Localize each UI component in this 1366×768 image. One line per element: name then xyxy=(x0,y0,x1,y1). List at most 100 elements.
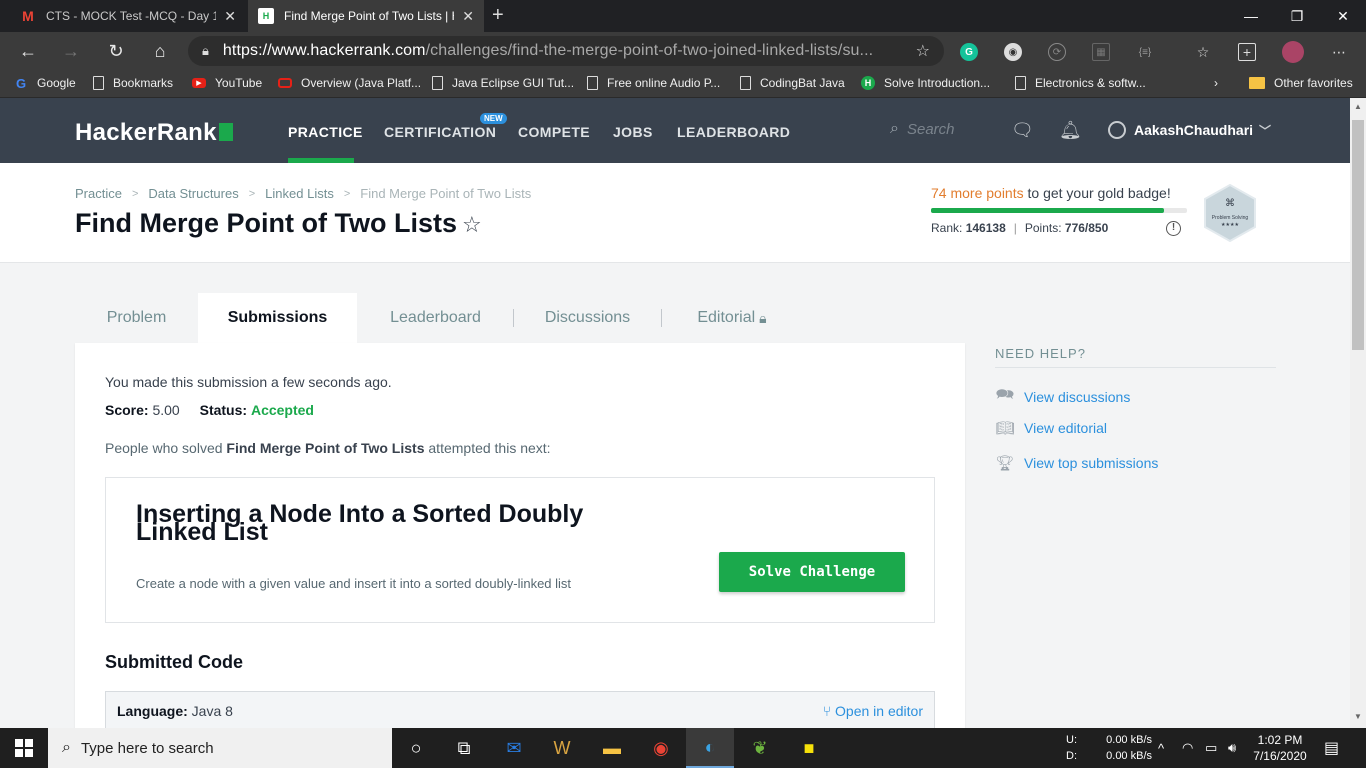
tray-overflow-chevron-icon[interactable]: ^ xyxy=(1158,728,1164,768)
view-discussions-link[interactable]: 🗪︎ View discussions xyxy=(995,384,1131,409)
chat-icon: 🗪︎ xyxy=(995,386,1015,403)
user-menu[interactable]: AakashChaudhari ﹀ xyxy=(1108,121,1271,139)
page-icon xyxy=(432,76,443,90)
forward-button[interactable]: → xyxy=(60,41,82,63)
tab-leaderboard[interactable]: Leaderboard xyxy=(357,293,514,343)
extension-icon[interactable]: {≡} xyxy=(1136,43,1154,61)
recommended-description: Create a node with a given value and ins… xyxy=(136,576,572,591)
page-scrollbar[interactable]: ▲ ▼ xyxy=(1350,98,1366,728)
bookmarks-overflow-chevron-icon[interactable]: › xyxy=(1214,76,1218,90)
messages-icon[interactable]: 🗨︎ xyxy=(1011,120,1034,141)
back-button[interactable]: ← xyxy=(17,41,39,63)
extension-icon[interactable]: ◉ xyxy=(1004,43,1022,61)
search-input[interactable]: Search xyxy=(907,121,955,138)
scroll-up-arrow-icon[interactable]: ▲ xyxy=(1350,102,1366,111)
nav-compete[interactable]: COMPETE xyxy=(518,124,590,140)
hackerrank-logo[interactable]: HackerRank xyxy=(75,119,233,147)
new-tab-button[interactable]: + xyxy=(492,4,504,27)
open-in-editor-link[interactable]: ⑂ Open in editor xyxy=(823,703,923,719)
bookmark-star-icon[interactable]: ☆ xyxy=(462,212,482,238)
tab-submissions[interactable]: Submissions xyxy=(198,293,357,343)
svg-text:Problem Solving: Problem Solving xyxy=(1212,215,1249,221)
spring-tool-app-icon[interactable]: ❦ xyxy=(736,728,784,768)
solve-challenge-button[interactable]: Solve Challenge xyxy=(719,552,905,592)
window-close-button[interactable]: ✕ xyxy=(1320,0,1366,32)
bookmark-folder[interactable]: Bookmarks xyxy=(93,76,173,90)
chevron-right-icon: > xyxy=(343,187,351,200)
bookmark-solve-intro[interactable]: H Solve Introduction... xyxy=(861,76,990,90)
bookmark-electronics[interactable]: Electronics & softw... xyxy=(1015,76,1146,90)
problem-solving-badge[interactable]: ⌘ Problem Solving ★★★★ xyxy=(1203,184,1257,242)
word-app-icon[interactable]: W xyxy=(538,728,586,768)
wifi-icon[interactable]: ◠ xyxy=(1182,728,1193,768)
breadcrumb-linked-lists[interactable]: Linked Lists xyxy=(265,186,334,201)
bookmark-codingbat[interactable]: CodingBat Java xyxy=(740,76,845,90)
address-bar[interactable]: 🔒︎ https://www.hackerrank.com/challenges… xyxy=(188,36,944,66)
info-icon[interactable]: ! xyxy=(1166,221,1181,236)
favorites-icon[interactable]: ☆ xyxy=(1194,43,1212,61)
net-speed-values: 0.00 kB/s 0.00 kB/s xyxy=(1106,734,1152,762)
bookmark-java-overview[interactable]: Overview (Java Platf... xyxy=(278,76,421,90)
bookmark-other-favorites[interactable]: Other favorites xyxy=(1249,76,1353,90)
grammarly-extension-icon[interactable]: G xyxy=(960,43,978,61)
sticky-notes-app-icon[interactable]: ■ xyxy=(785,728,833,768)
restore-button[interactable]: ❐ xyxy=(1274,0,1320,32)
bookmark-youtube[interactable]: ▶ YouTube xyxy=(192,76,262,90)
taskbar-search-input[interactable]: Type here to search xyxy=(81,740,214,757)
bookmark-audio[interactable]: Free online Audio P... xyxy=(587,76,720,90)
action-center-icon[interactable]: ▤ xyxy=(1324,728,1339,768)
edge-app-icon[interactable]: ◐ xyxy=(686,728,734,768)
file-explorer-icon[interactable]: ▬ xyxy=(588,728,636,768)
collections-icon[interactable]: + xyxy=(1238,43,1256,61)
notifications-bell-icon[interactable]: 🔔︎ xyxy=(1059,120,1082,141)
scroll-down-arrow-icon[interactable]: ▼ xyxy=(1350,712,1366,721)
browser-tab-hackerrank[interactable]: H Find Merge Point of Two Lists | H ✕ xyxy=(248,0,484,32)
volume-icon[interactable]: 🔊︎ xyxy=(1228,728,1236,768)
refresh-button[interactable]: ↻ xyxy=(105,41,127,63)
svg-text:⌘: ⌘ xyxy=(1225,198,1235,209)
divider xyxy=(995,367,1276,368)
task-view-icon[interactable]: ⧉ xyxy=(440,728,488,768)
browser-toolbar: ← → ↻ ⌂ 🔒︎ https://www.hackerrank.com/ch… xyxy=(0,32,1366,70)
bookmark-eclipse[interactable]: Java Eclipse GUI Tut... xyxy=(432,76,574,90)
view-editorial-link[interactable]: 📖︎ View editorial xyxy=(995,419,1107,437)
minimize-button[interactable]: — xyxy=(1228,0,1274,32)
language-label: Language: Java 8 xyxy=(117,703,233,719)
tab-discussions[interactable]: Discussions xyxy=(514,293,661,343)
extension-icon[interactable]: ⟳ xyxy=(1048,43,1066,61)
site-search[interactable]: ⌕ Search xyxy=(890,120,955,138)
profile-avatar[interactable] xyxy=(1282,41,1304,63)
scrollbar-thumb[interactable] xyxy=(1352,120,1364,350)
tab-problem[interactable]: Problem xyxy=(75,293,198,343)
close-icon[interactable]: ✕ xyxy=(224,8,236,25)
home-button[interactable]: ⌂ xyxy=(149,41,171,63)
recommended-title[interactable]: Inserting a Node Into a Sorted Doubly Li… xyxy=(136,502,656,545)
windows-logo-icon xyxy=(15,739,33,757)
user-avatar-icon xyxy=(1108,121,1126,139)
windows-start-button[interactable] xyxy=(0,728,48,768)
system-clock[interactable]: 1:02 PM 7/16/2020 xyxy=(1252,732,1308,764)
recommended-challenge: Inserting a Node Into a Sorted Doubly Li… xyxy=(105,477,935,623)
extension-icon[interactable]: ▦ xyxy=(1092,43,1110,61)
status-badge: Accepted xyxy=(250,402,314,418)
mail-app-icon[interactable]: ✉ xyxy=(490,728,538,768)
battery-icon[interactable]: ▭ xyxy=(1205,728,1217,768)
bookmark-google[interactable]: G Google xyxy=(14,76,76,91)
close-icon[interactable]: ✕ xyxy=(462,8,474,25)
tab-editorial[interactable]: Editorial 🔒︎ xyxy=(662,293,802,343)
taskbar-search[interactable]: ⌕ Type here to search xyxy=(48,728,392,768)
bookmarks-bar: G Google Bookmarks ▶ YouTube Overview (Jav… xyxy=(0,70,1366,98)
breadcrumb-data-structures[interactable]: Data Structures xyxy=(148,186,238,201)
view-top-submissions-link[interactable]: 🏆︎ View top submissions xyxy=(995,454,1158,472)
browser-tab-gmail[interactable]: M CTS - MOCK Test -MCQ - Day 1- ✕ xyxy=(10,0,246,32)
nav-practice[interactable]: PRACTICE xyxy=(288,124,363,140)
breadcrumb-practice[interactable]: Practice xyxy=(75,186,122,201)
nav-leaderboard[interactable]: LEADERBOARD xyxy=(677,124,790,140)
chevron-right-icon: > xyxy=(248,187,256,200)
favorite-star-icon[interactable]: ☆ xyxy=(916,41,930,61)
cortana-icon[interactable]: ○ xyxy=(392,728,440,768)
nav-jobs[interactable]: JOBS xyxy=(613,124,653,140)
chrome-app-icon[interactable]: ◉ xyxy=(637,728,685,768)
nav-certification[interactable]: CERTIFICATION xyxy=(384,124,496,140)
more-menu-icon[interactable]: ⋯ xyxy=(1330,43,1348,61)
